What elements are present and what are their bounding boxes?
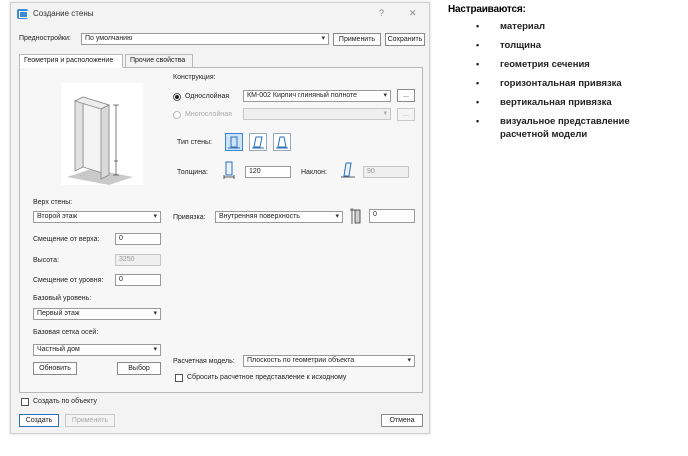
height-label: Высота: [33,257,59,264]
multi-layer-select[interactable] [243,108,391,120]
wall-straight-icon [228,136,240,149]
calc-model-label: Расчетная модель: [173,358,235,365]
create-wall-dialog: Создание стены ? ✕ Предностройки: По умо… [10,2,430,434]
reset-calc-model-checkbox[interactable] [175,374,183,382]
wall-top-select[interactable]: Второй этаж [33,211,161,223]
presets-save-button[interactable]: Сохранить [385,33,425,46]
thickness-input[interactable]: 120 [245,166,291,178]
notes-item-continuation: расчетной модели [500,129,588,140]
presets-label: Предностройки: [19,35,71,42]
notes-item: горизонтальная привязка [448,77,688,90]
create-button[interactable]: Создать [19,414,59,427]
reset-calc-model-label: Сбросить расчетное представление к исход… [187,374,347,381]
notes-title: Настраиваются: [448,4,526,15]
presets-apply-button[interactable]: Применить [333,33,381,46]
help-button[interactable]: ? [379,8,384,18]
height-input[interactable]: 3250 [115,254,161,266]
material-select[interactable]: КМ-002 Кирпич глиняный полноте [243,90,391,102]
close-button[interactable]: ✕ [409,8,417,19]
notes-item: геометрия сечения [448,58,688,71]
wall-tapered-icon [276,136,288,149]
window-title: Создание стены [33,9,94,18]
apply-button[interactable]: Применить [65,414,115,427]
thickness-icon [221,160,237,182]
wall-preview-image [61,83,143,185]
select-button[interactable]: Выбор [117,362,161,375]
notes-item: толщина [448,39,688,52]
refresh-button[interactable]: Обновить [33,362,77,375]
title-bar: Создание стены ? ✕ [11,3,429,25]
notes-item: материал [448,20,688,33]
base-level-select[interactable]: Первый этаж [33,308,161,320]
offset-level-label: Смещение от уровня: [33,277,104,284]
wall-slanted-icon [252,136,264,149]
multi-layer-label: Многослойная [185,111,232,118]
tilt-icon [339,161,357,181]
tilt-label: Наклон: [301,169,327,176]
notes-panel: Настраиваются: материал толщина геометри… [448,4,688,147]
notes-item: вертикальная привязка [448,96,688,109]
wall-type-label: Тип стены: [177,139,212,146]
single-layer-radio[interactable] [173,93,181,101]
single-layer-label: Однослойная [185,93,230,100]
offset-top-input[interactable]: 0 [115,233,161,245]
tilt-input[interactable]: 90 [363,166,409,178]
offset-top-label: Смещение от верха: [33,236,100,243]
thickness-label: Толщина: [177,169,208,176]
construction-label: Конструкция: [173,74,216,81]
binding-select[interactable]: Внутренняя поверхность [215,211,343,223]
offset-level-input[interactable]: 0 [115,274,161,286]
binding-label: Привязка: [173,214,206,221]
axis-grid-label: Базовая сетка осей: [33,329,99,336]
wall-type-slanted-button[interactable] [249,133,267,151]
presets-select[interactable]: По умолчанию [81,33,329,45]
base-level-label: Базовый уровень: [33,295,92,302]
binding-offset-icon [349,207,365,227]
create-by-object-checkbox[interactable] [21,398,29,406]
wall-type-tapered-button[interactable] [273,133,291,151]
wall-type-straight-button[interactable] [225,133,243,151]
axis-grid-select[interactable]: Частный дом [33,344,161,356]
wall-top-label: Верх стены: [33,199,73,206]
multi-layer-radio[interactable] [173,111,181,119]
app-icon [17,9,28,19]
multi-layer-browse-button[interactable]: ... [397,108,415,121]
create-by-object-label: Создать по объекту [33,398,98,405]
cancel-button[interactable]: Отмена [381,414,423,427]
calc-model-select[interactable]: Плоскость по геометрии объекта [243,355,415,367]
tab-other-properties[interactable]: Прочие свойства [125,54,193,68]
tab-geometry[interactable]: Геометрия и расположение [19,54,123,68]
binding-offset-input[interactable]: 0 [369,209,415,223]
notes-item: визуальное представление [448,115,688,128]
notes-list: материал толщина геометрия сечения гориз… [448,20,688,141]
material-browse-button[interactable]: ... [397,89,415,102]
